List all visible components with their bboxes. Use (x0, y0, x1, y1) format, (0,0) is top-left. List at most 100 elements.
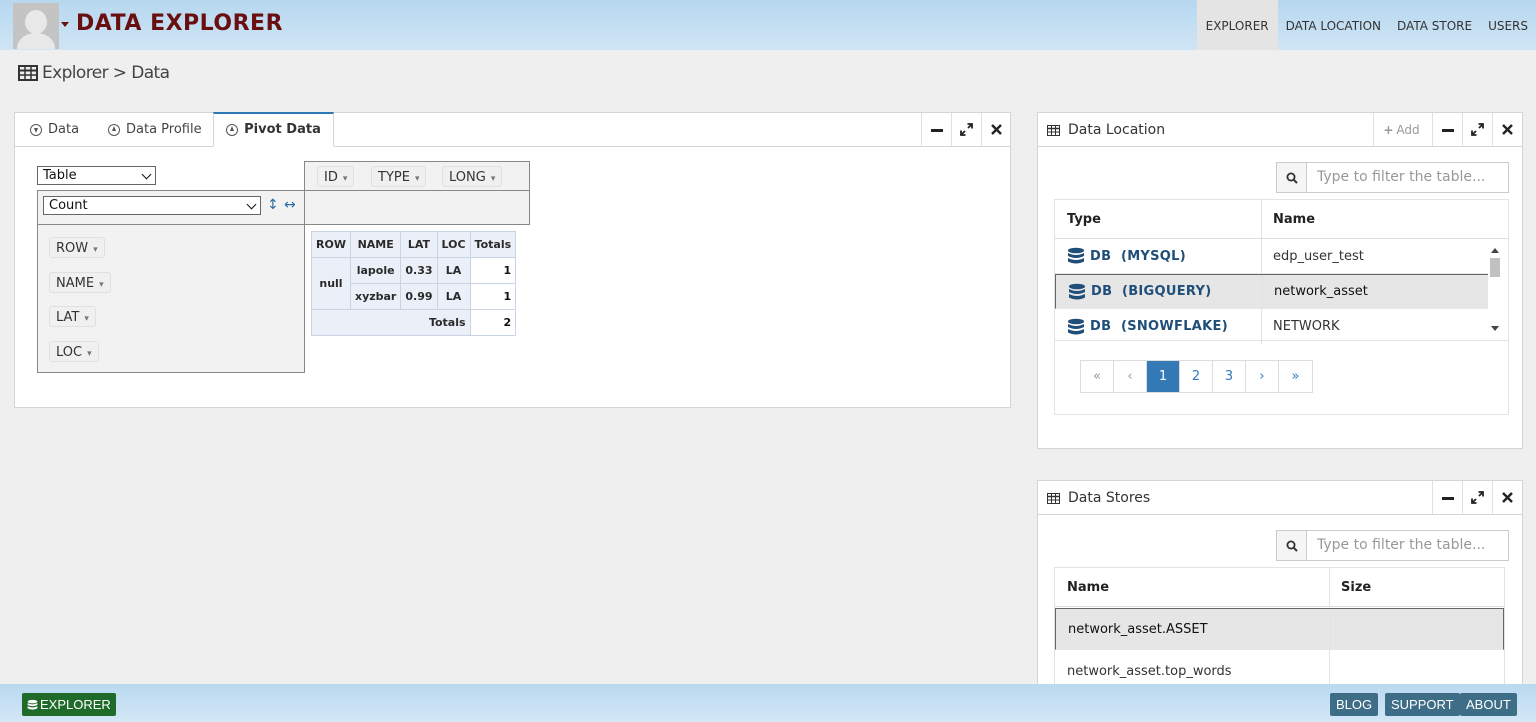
column-chip-type[interactable]: TYPE ▾ (371, 166, 427, 187)
expand-button[interactable] (951, 113, 981, 146)
explorer-panel: Data Data Profile Pivot Data Table ID ▾ T… (14, 112, 1011, 408)
sort-rows-icon[interactable]: ↕ (267, 197, 279, 213)
column-drop-zone[interactable]: ID ▾ TYPE ▾ LONG ▾ (304, 161, 530, 191)
pivot-totals-label: Totals (311, 309, 471, 336)
table-icon (1047, 493, 1060, 504)
nav-data-store[interactable]: DATA STORE (1389, 0, 1480, 50)
col-size[interactable]: Size (1329, 568, 1371, 606)
page-2[interactable]: 2 (1180, 361, 1213, 392)
download-circle-icon (30, 124, 42, 136)
page-first[interactable]: « (1081, 361, 1114, 392)
database-icon (1068, 318, 1084, 334)
tab-pivot-data[interactable]: Pivot Data (213, 112, 334, 147)
minimize-button[interactable] (1432, 481, 1462, 514)
expand-button[interactable] (1462, 481, 1492, 514)
add-location-button[interactable]: + Add (1373, 113, 1429, 146)
location-name: NETWORK (1273, 319, 1340, 334)
user-avatar[interactable] (13, 3, 59, 49)
row-chip-loc[interactable]: LOC ▾ (49, 341, 99, 362)
database-icon (1068, 247, 1084, 264)
table-row[interactable]: DB (BIGQUERY) network_asset (1055, 274, 1492, 309)
breadcrumb: Explorer > Data (18, 63, 170, 83)
minus-icon (1441, 496, 1454, 500)
table-icon (18, 65, 38, 81)
pivot-cell-lat: 0.33 (400, 257, 438, 284)
close-icon (1502, 124, 1513, 135)
page-1[interactable]: 1 (1147, 361, 1180, 392)
pivot-cell-loc: LA (436, 257, 471, 284)
top-bar: DATA EXPLORER EXPLORER DATA LOCATION DAT… (0, 0, 1536, 50)
user-menu-caret-icon[interactable] (61, 22, 69, 27)
minus-icon (930, 128, 943, 132)
pivot-grand-total[interactable]: 2 (469, 309, 517, 336)
footer-explorer-button[interactable]: EXPLORER (22, 693, 116, 716)
page-last[interactable]: » (1279, 361, 1312, 392)
store-search[interactable]: Type to filter the table... (1276, 530, 1509, 561)
table-row[interactable]: DB (SNOWFLAKE) NETWORK (1055, 309, 1492, 344)
expand-button[interactable] (1462, 113, 1492, 146)
aggregator-select[interactable]: Count (43, 196, 261, 215)
footer-blog-button[interactable]: BLOG (1330, 693, 1379, 716)
minimize-button[interactable] (1432, 113, 1462, 146)
search-input[interactable]: Type to filter the table... (1317, 169, 1485, 185)
panel-title: Data Stores (1068, 490, 1151, 506)
location-table-wrap: Type Name DB (MYSQL) edp_user_test DB (B… (1054, 199, 1509, 415)
minus-icon (1441, 128, 1454, 132)
stores-table-wrap: Name Size network_asset.ASSET network_as… (1054, 567, 1505, 692)
search-icon[interactable] (1277, 531, 1307, 560)
top-nav: EXPLORER DATA LOCATION DATA STORE USERS (1196, 0, 1536, 50)
chevron-down-icon (141, 169, 152, 180)
footer-about-button[interactable]: ABOUT (1460, 693, 1517, 716)
col-type[interactable]: Type (1055, 200, 1261, 238)
footer-support-button[interactable]: SUPPORT (1385, 693, 1460, 716)
pivot-cell-name: xyzbar (349, 283, 402, 310)
page-3[interactable]: 3 (1213, 361, 1246, 392)
row-chip-name[interactable]: NAME ▾ (49, 272, 111, 293)
explorer-panel-header: Data Data Profile Pivot Data (15, 112, 1011, 147)
app-title: DATA EXPLORER (76, 11, 284, 36)
store-name: network_asset.ASSET (1068, 621, 1208, 637)
table-row[interactable]: DB (MYSQL) edp_user_test (1055, 239, 1492, 274)
close-icon (1502, 492, 1513, 503)
pivot-header-totals: Totals (469, 231, 517, 258)
row-chip-row[interactable]: ROW ▾ (49, 237, 105, 258)
data-location-panel: Data Location + Add Type to filter the t… (1037, 112, 1523, 449)
tab-data[interactable]: Data (30, 113, 79, 147)
page-prev[interactable]: ‹ (1114, 361, 1147, 392)
search-icon[interactable] (1277, 163, 1307, 192)
nav-data-location[interactable]: DATA LOCATION (1278, 0, 1389, 50)
tab-data-profile[interactable]: Data Profile (108, 113, 202, 147)
pivot-cell-total[interactable]: 1 (469, 257, 517, 284)
database-icon (27, 699, 38, 710)
column-chip-long[interactable]: LONG ▾ (442, 166, 503, 187)
minimize-button[interactable] (921, 113, 951, 146)
location-type: DB (SNOWFLAKE) (1090, 319, 1228, 334)
upload-circle-icon (226, 124, 239, 136)
page-next[interactable]: › (1246, 361, 1279, 392)
col-name[interactable]: Name (1261, 200, 1315, 238)
row-chip-lat[interactable]: LAT ▾ (49, 306, 96, 327)
scroll-down-icon[interactable] (1491, 326, 1499, 331)
close-button[interactable] (1492, 113, 1522, 146)
close-button[interactable] (981, 113, 1011, 146)
pivot-header-row: ROW (311, 231, 351, 258)
table-row[interactable]: network_asset.ASSET (1055, 608, 1504, 650)
sort-cols-icon[interactable]: ↔ (284, 197, 296, 213)
row-drop-zone[interactable]: ROW ▾ NAME ▾ LAT ▾ LOC ▾ (37, 224, 305, 373)
nav-users[interactable]: USERS (1480, 0, 1536, 50)
renderer-select[interactable]: Table (37, 166, 156, 185)
scroll-up-icon[interactable] (1491, 248, 1499, 253)
search-input[interactable]: Type to filter the table... (1317, 537, 1485, 553)
location-search[interactable]: Type to filter the table... (1276, 162, 1509, 193)
table-scrollbar[interactable] (1488, 240, 1502, 339)
table-icon (1047, 125, 1060, 136)
pivot-cell-total[interactable]: 1 (469, 283, 517, 310)
col-name[interactable]: Name (1055, 568, 1109, 606)
nav-explorer[interactable]: EXPLORER (1196, 0, 1278, 50)
table-header: Name Size (1055, 568, 1504, 607)
breadcrumb-text: Explorer > Data (42, 63, 170, 83)
column-chip-id[interactable]: ID ▾ (317, 166, 355, 187)
data-location-header: Data Location + Add (1038, 113, 1522, 147)
pivot-cell-name: lapole (349, 257, 402, 284)
close-button[interactable] (1492, 481, 1522, 514)
